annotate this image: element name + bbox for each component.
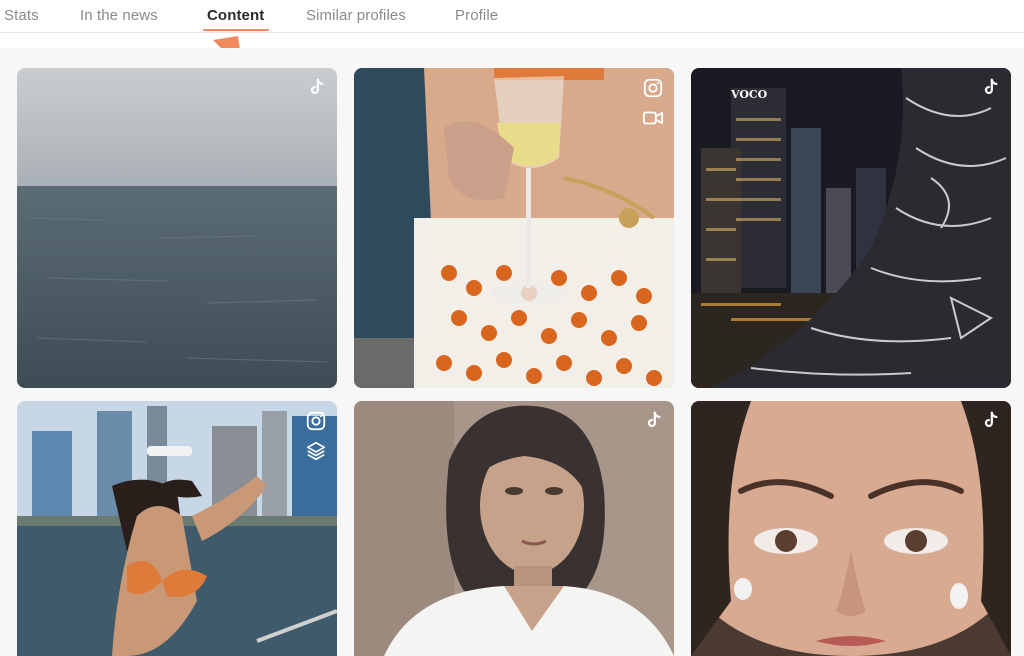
voco-sign: VOCO (731, 88, 768, 101)
sea-photo (17, 68, 337, 388)
instagram-icon (642, 77, 664, 99)
active-tab-underline (203, 29, 269, 31)
tiktok-icon (979, 410, 1001, 432)
tab-in-the-news[interactable]: In the news (80, 7, 158, 24)
tab-bar: Stats In the news Content Similar profil… (0, 0, 1024, 33)
content-grid: VOCO (0, 48, 1024, 656)
tiktok-icon (979, 77, 1001, 99)
boat-skyline-photo (17, 401, 337, 656)
closeup-photo (691, 401, 1011, 656)
content-card-city-night[interactable]: VOCO (691, 68, 1011, 388)
video-icon (642, 107, 664, 129)
tab-content[interactable]: Content (207, 7, 264, 24)
portrait-photo (354, 401, 674, 656)
tab-similar-profiles[interactable]: Similar profiles (306, 7, 406, 24)
content-card-closeup[interactable] (691, 401, 1011, 656)
carousel-icon (305, 440, 327, 462)
city-night-photo (691, 68, 1011, 388)
wine-glass-photo (354, 68, 674, 388)
tiktok-icon (642, 410, 664, 432)
content-card-sea[interactable] (17, 68, 337, 388)
tiktok-icon (305, 77, 327, 99)
content-card-boat-skyline[interactable] (17, 401, 337, 656)
content-card-portrait[interactable] (354, 401, 674, 656)
content-card-wine-glass[interactable] (354, 68, 674, 388)
tab-profile[interactable]: Profile (455, 7, 498, 24)
instagram-icon (305, 410, 327, 432)
tab-stats[interactable]: Stats (4, 7, 39, 24)
